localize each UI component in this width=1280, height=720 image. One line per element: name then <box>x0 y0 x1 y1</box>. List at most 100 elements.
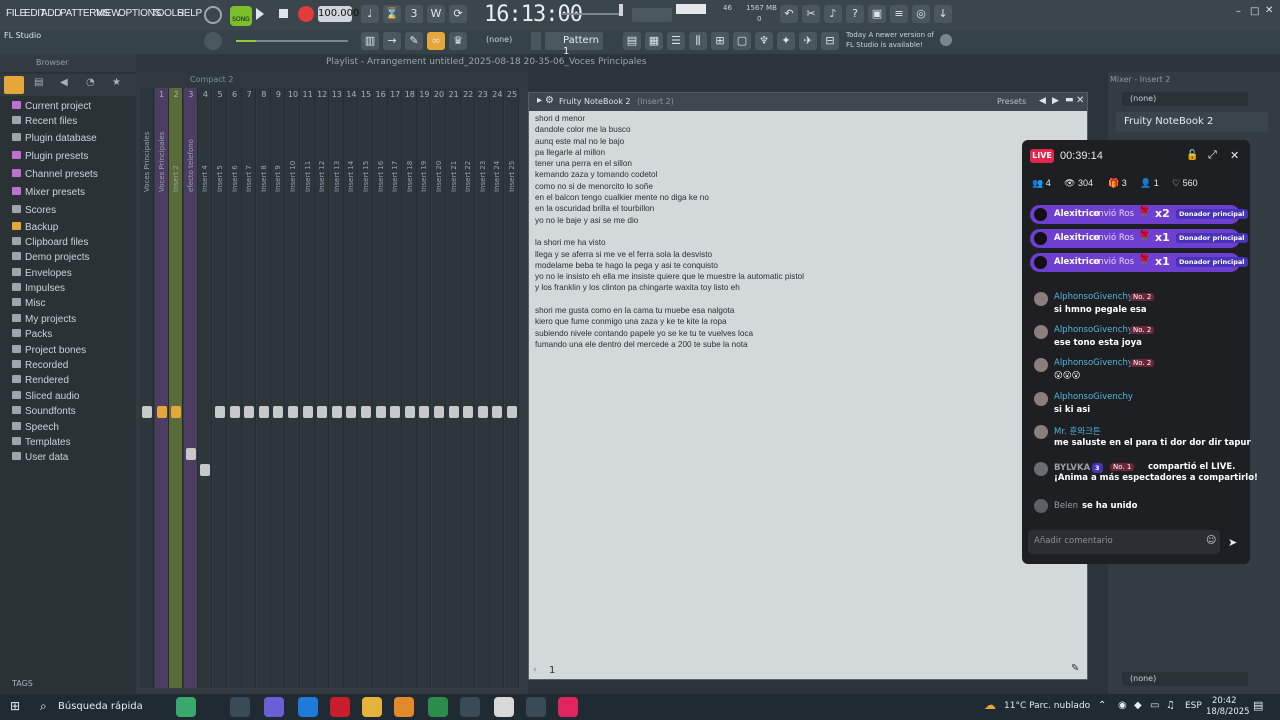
input-select[interactable]: (none) <box>1122 92 1248 106</box>
mixer-strip[interactable]: 23 Insert 23 <box>475 88 490 688</box>
copilot-icon[interactable] <box>264 697 284 717</box>
help-icon[interactable]: ? <box>846 5 864 23</box>
comment-user[interactable]: AlphonsoGivenchy <box>1054 392 1133 402</box>
comment-user[interactable]: AlphonsoGivenchy <box>1054 358 1133 368</box>
studio-app-icon[interactable] <box>428 697 448 717</box>
browser-item[interactable]: Impulses <box>12 283 65 294</box>
volume-fader[interactable] <box>288 406 298 418</box>
mixer-strip[interactable]: 17 Insert 17 <box>388 88 403 688</box>
browser-item[interactable]: Channel presets <box>12 169 98 180</box>
language-indicator[interactable]: ESP <box>1185 701 1202 711</box>
preset-next-icon[interactable]: ▶ <box>1052 96 1059 106</box>
volume-fader[interactable] <box>200 464 211 476</box>
network-icon[interactable]: ▭ <box>1150 700 1159 711</box>
browser-item[interactable]: Templates <box>12 437 71 448</box>
volume-fader[interactable] <box>434 406 444 418</box>
master-pitch-slider[interactable] <box>562 13 622 15</box>
comment-input[interactable]: Añadir comentario ☺ <box>1028 530 1220 554</box>
notebook-close-icon[interactable]: ✕ <box>1076 95 1084 106</box>
mixer-strip[interactable]: 10 Insert 10 <box>286 88 300 688</box>
piano-icon[interactable]: ▥ <box>361 32 379 50</box>
mixer-strip[interactable]: 11 Insert 11 <box>300 88 315 688</box>
browser-icon[interactable]: ▢ <box>733 32 751 50</box>
clock-date[interactable]: 18/8/2025 <box>1206 707 1250 717</box>
mixer-strip[interactable]: 18 Insert 18 <box>402 88 417 688</box>
notebook-text[interactable]: shori d menor dandole color me la busco … <box>535 113 1035 350</box>
volume-fader[interactable] <box>331 406 342 418</box>
maximize-icon[interactable]: □ <box>1250 6 1259 17</box>
mixer-strip[interactable]: 22 Insert 22 <box>461 88 476 688</box>
browser-item[interactable]: My projects <box>12 314 76 325</box>
browser-file-icon[interactable]: ▤ <box>34 77 43 88</box>
notifications-icon[interactable]: ▤ <box>1253 699 1263 712</box>
mixer-strip[interactable]: 20 Insert 20 <box>432 88 446 688</box>
volume-fader[interactable] <box>258 406 269 418</box>
mixer-strip[interactable]: 24 Insert 24 <box>490 88 505 688</box>
fl-studio-icon[interactable] <box>394 697 414 717</box>
live-close-icon[interactable]: ✕ <box>1230 149 1239 162</box>
browser-item[interactable]: Backup <box>12 222 58 233</box>
browser-item[interactable]: User data <box>12 452 68 463</box>
volume-fader[interactable] <box>448 406 459 418</box>
mixer-strip[interactable]: 15 Insert 15 <box>359 88 373 688</box>
play-icon[interactable] <box>256 8 264 20</box>
volume-fader[interactable] <box>419 406 430 418</box>
browser-item[interactable]: Plugin database <box>12 133 97 144</box>
notebook-gear-icon[interactable]: ⚙ <box>545 95 554 106</box>
step-edit-icon[interactable]: W <box>427 5 445 23</box>
share-user[interactable]: BYLVKA <box>1054 463 1090 473</box>
volume-fader[interactable] <box>142 406 152 418</box>
browser-item[interactable]: Packs <box>12 329 52 340</box>
playlist-path[interactable]: Playlist - Arrangement untitled_2025-08-… <box>326 57 647 67</box>
comment-user[interactable]: Mr. 훈와크튼 <box>1054 425 1101 437</box>
opera-icon[interactable] <box>330 697 350 717</box>
menu-help[interactable]: HELP <box>177 8 202 19</box>
weather-text[interactable]: 11°C Parc. nublado <box>1004 701 1090 711</box>
lock-icon[interactable]: 🔓 <box>1186 150 1198 161</box>
volume-fader[interactable] <box>492 406 503 418</box>
volume-fader[interactable] <box>361 406 371 418</box>
browser-item[interactable]: Rendered <box>12 375 69 386</box>
search-label[interactable]: Búsqueda rápida <box>58 701 143 712</box>
blend-notes-icon[interactable]: 3 <box>405 5 423 23</box>
comment-avatar[interactable] <box>1034 358 1048 372</box>
browser-item[interactable]: Speech <box>12 422 59 433</box>
emoji-icon[interactable]: ☺ <box>1206 535 1216 546</box>
volume-fader[interactable] <box>156 406 167 418</box>
edge-icon[interactable] <box>298 697 318 717</box>
clock-time[interactable]: 20:42 <box>1212 696 1237 706</box>
volume-fader[interactable] <box>507 406 517 418</box>
store-icon[interactable] <box>526 697 546 717</box>
browser-item[interactable]: Current project <box>12 101 91 112</box>
mixer-strip[interactable]: 6 Insert 6 <box>227 88 242 688</box>
page-prev-icon[interactable]: ‹ <box>533 665 537 675</box>
menu-add[interactable]: ADD <box>41 8 62 19</box>
volume-fader[interactable] <box>317 406 328 418</box>
tray-shield-icon[interactable]: ◆ <box>1134 700 1142 711</box>
mixer-view-icon[interactable]: ⫼ <box>689 32 707 50</box>
volume-fader[interactable] <box>463 406 474 418</box>
plugin-icon[interactable]: ♆ <box>755 32 773 50</box>
taskbar-widget-icon[interactable] <box>176 697 196 717</box>
volume-icon[interactable]: ♫ <box>1166 700 1175 711</box>
pattern-selector[interactable]: Pattern 1 <box>545 32 603 57</box>
mixer-strip[interactable]: 19 Insert 19 <box>417 88 432 688</box>
close-icon[interactable]: ✕ <box>1265 5 1273 16</box>
output-select[interactable]: (none) <box>1122 672 1248 686</box>
volume-fader[interactable] <box>375 406 386 418</box>
mixer-icon[interactable]: ≡ <box>890 5 908 23</box>
volume-fader[interactable] <box>477 406 488 418</box>
browser-back-icon[interactable] <box>4 76 24 94</box>
terminal-icon[interactable] <box>460 697 480 717</box>
info-icon[interactable]: ⊟ <box>821 32 839 50</box>
mixer-strip[interactable]: 4 Insert 4 <box>198 88 213 688</box>
microphone-icon[interactable]: ♪ <box>824 5 842 23</box>
tray-app-icon[interactable]: ◉ <box>1118 700 1127 711</box>
mixer-strip[interactable]: 21 Insert 21 <box>446 88 461 688</box>
stamp-icon[interactable]: ♛ <box>449 32 467 50</box>
comment-user[interactable]: AlphonsoGivenchy <box>1054 325 1133 335</box>
link-icon[interactable]: ∞ <box>427 32 445 50</box>
mixer-strip[interactable]: 3 efecto telefono <box>183 88 198 688</box>
mixer-strip[interactable]: 9 Insert 9 <box>271 88 286 688</box>
mixer-strip[interactable]: 13 Insert 13 <box>329 88 344 688</box>
